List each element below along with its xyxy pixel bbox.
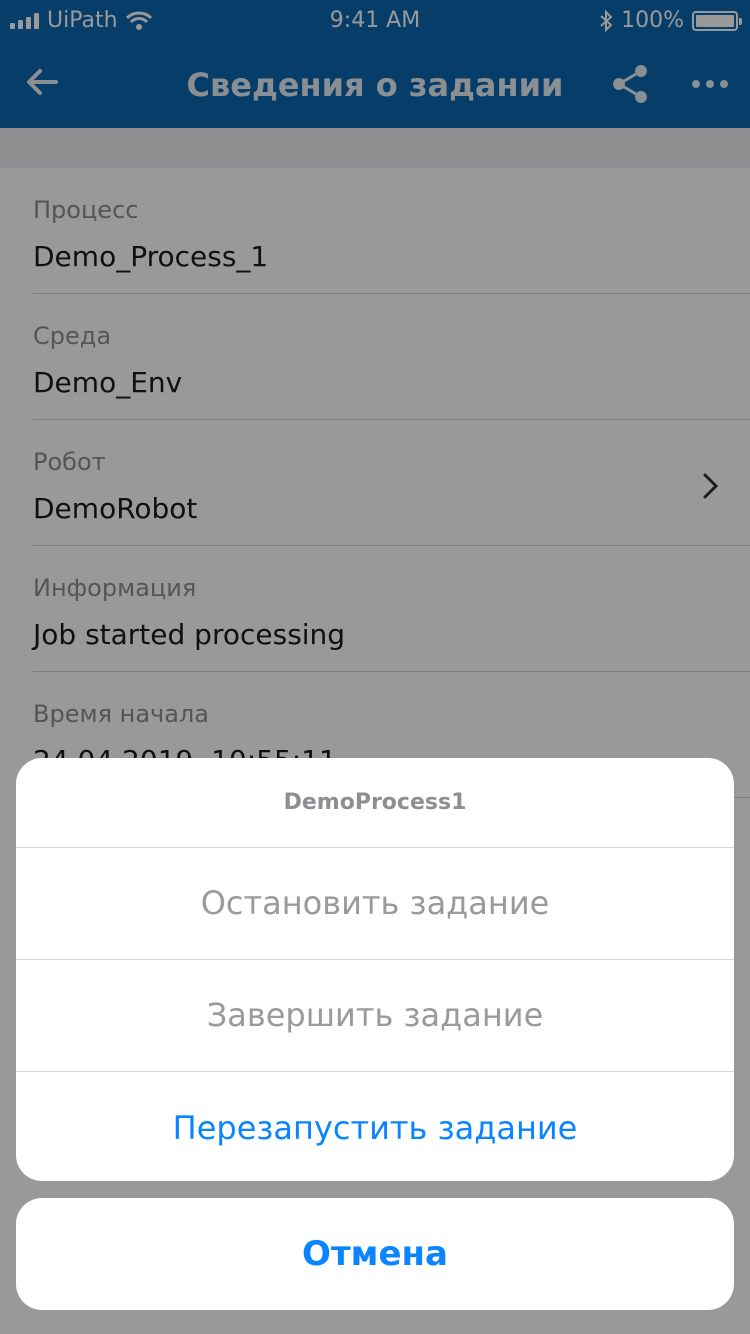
restart-job-button[interactable]: Перезапустить задание [16,1072,734,1181]
action-sheet: DemoProcess1 Остановить задание Завершит… [16,758,734,1181]
cancel-button[interactable]: Отмена [16,1198,734,1310]
action-sheet-title: DemoProcess1 [16,758,734,848]
finish-job-button[interactable]: Завершить задание [16,960,734,1072]
stop-job-button[interactable]: Остановить задание [16,848,734,960]
